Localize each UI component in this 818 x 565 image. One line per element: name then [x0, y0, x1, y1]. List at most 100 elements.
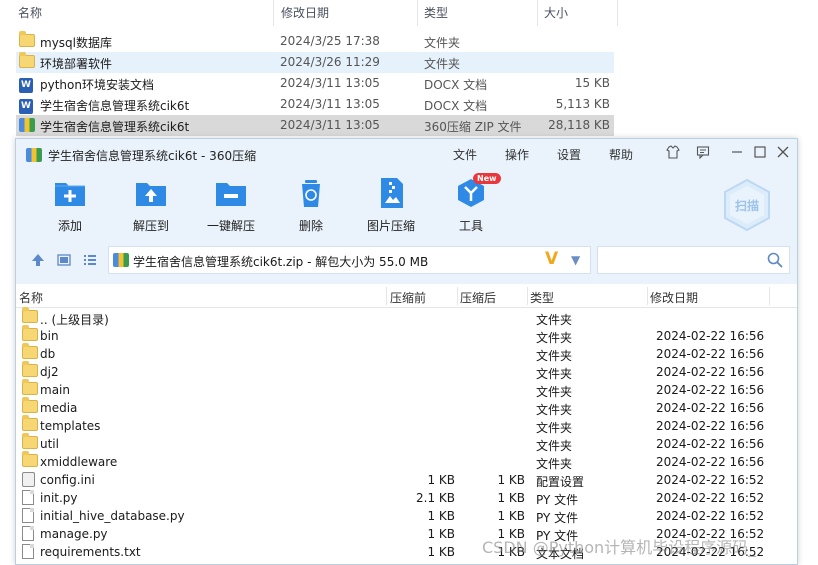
folder-icon: [22, 433, 38, 452]
add-button[interactable]: 添加: [30, 177, 110, 234]
file-type: 文件夹: [536, 367, 573, 381]
folder-icon: [22, 325, 38, 344]
file-size-before: 1 KB: [427, 527, 455, 541]
search-input[interactable]: [597, 246, 790, 274]
toolbar: 添加 解压到 一键解压 删除 图片压缩 New 工具 扫描: [16, 171, 797, 239]
explorer-row[interactable]: W python环境安装文档 2024/3/11 13:05 DOCX 文档 1…: [16, 73, 614, 94]
explorer-row-name: 学生宿舍信息管理系统cik6t: [40, 99, 190, 113]
file-name: config.ini: [40, 473, 95, 487]
col-name[interactable]: 名称: [19, 289, 43, 306]
close-button[interactable]: [774, 145, 792, 163]
file-row[interactable]: media 文件夹 2024-02-22 16:56: [16, 397, 797, 417]
explorer-row[interactable]: mysql数据库 2024/3/25 17:38 文件夹: [16, 31, 614, 52]
file-row[interactable]: templates 文件夹 2024-02-22 16:56: [16, 415, 797, 435]
file-row[interactable]: db 文件夹 2024-02-22 16:56: [16, 343, 797, 363]
menu-settings[interactable]: 设置: [557, 146, 581, 163]
file-date: 2024-02-22 16:56: [656, 347, 765, 361]
tools-icon: New: [453, 173, 501, 209]
file-type: PY 文件: [536, 511, 579, 525]
explorer-row[interactable]: 环境部署软件 2024/3/26 11:29 文件夹: [16, 52, 614, 73]
window-title: 学生宿舍信息管理系统cik6t - 360压缩: [48, 149, 257, 163]
explorer-row-name: 环境部署软件: [40, 57, 113, 71]
file-row[interactable]: dj2 文件夹 2024-02-22 16:56: [16, 361, 797, 381]
file-name: templates: [40, 419, 101, 433]
folder-icon: [22, 343, 38, 362]
file-row[interactable]: config.ini 1 KB 1 KB 配置设置 2024-02-22 16:52: [16, 471, 797, 489]
file-list-header: 名称 压缩前 压缩后 类型 修改日期: [16, 284, 797, 308]
list-view-icon[interactable]: [82, 253, 98, 269]
col-date[interactable]: 修改日期: [650, 289, 698, 306]
address-field[interactable]: 学生宿舍信息管理系统cik6t.zip - 解包大小为 55.0 MB V ▼: [108, 246, 591, 274]
title-bar[interactable]: 学生宿舍信息管理系统cik6t - 360压缩 文件 操作 设置 帮助: [16, 139, 797, 171]
explorer-col-size[interactable]: 大小: [544, 4, 568, 21]
zip-icon: [19, 118, 35, 133]
col-before[interactable]: 压缩前: [390, 289, 426, 306]
explorer-col-date[interactable]: 修改日期: [281, 4, 329, 21]
image-compress-label: 图片压缩: [366, 219, 415, 233]
maximize-button[interactable]: [751, 145, 769, 163]
file-type: 文件夹: [536, 403, 573, 417]
explorer-row-date: 2024/3/11 13:05: [280, 118, 380, 132]
file-date: 2024-02-22 16:52: [656, 491, 765, 505]
delete-icon: [293, 177, 329, 209]
add-icon: [52, 177, 88, 209]
file-name: main: [40, 383, 70, 397]
up-directory-icon[interactable]: [30, 253, 46, 269]
scan-button[interactable]: 扫描: [719, 177, 775, 233]
delete-button[interactable]: 删除: [271, 177, 351, 234]
menu-help[interactable]: 帮助: [609, 146, 633, 163]
file-icon: [22, 508, 34, 526]
file-type: 文件夹: [536, 331, 573, 345]
one-click-extract-label: 一键解压: [206, 219, 255, 233]
explorer-row-name: mysql数据库: [40, 36, 112, 50]
tools-label: 工具: [458, 219, 483, 233]
file-size-after: 1 KB: [497, 509, 525, 523]
minimize-button[interactable]: [728, 145, 746, 163]
search-icon[interactable]: [767, 252, 783, 271]
one-click-extract-button[interactable]: 一键解压: [191, 177, 271, 234]
explorer-row-type: 360压缩 ZIP 文件: [424, 120, 522, 134]
shield-icon: 扫描: [724, 178, 770, 232]
folder-icon: [22, 379, 38, 398]
extract-to-label: 解压到: [132, 219, 169, 233]
file-row[interactable]: initial_hive_database.py 1 KB 1 KB PY 文件 202…: [16, 507, 797, 526]
feedback-icon[interactable]: [694, 145, 712, 163]
file-size-before: 1 KB: [427, 509, 455, 523]
docx-icon: W: [19, 76, 35, 93]
explorer-row-date: 2024/3/11 13:05: [280, 76, 380, 90]
thumbnail-view-icon[interactable]: [56, 253, 72, 269]
file-row[interactable]: bin 文件夹 2024-02-22 16:56: [16, 325, 797, 345]
explorer-col-name[interactable]: 名称: [18, 4, 42, 21]
file-size-after: 1 KB: [497, 473, 525, 487]
explorer-col-type[interactable]: 类型: [424, 4, 448, 21]
image-compress-button[interactable]: 图片压缩: [351, 177, 431, 234]
col-type[interactable]: 类型: [530, 289, 554, 306]
explorer-row-selected[interactable]: 学生宿舍信息管理系统cik6t 2024/3/11 13:05 360压缩 ZI…: [16, 115, 614, 136]
explorer-row-size: 15 KB: [574, 76, 610, 90]
file-row[interactable]: xmiddleware 文件夹 2024-02-22 16:56: [16, 451, 797, 471]
folder-icon: [22, 397, 38, 416]
skin-icon[interactable]: [664, 145, 682, 163]
delete-label: 删除: [298, 219, 323, 233]
image-compress-icon: [373, 177, 409, 209]
file-row[interactable]: init.py 2.1 KB 1 KB PY 文件 2024-02-22 16:52: [16, 489, 797, 507]
file-row[interactable]: main 文件夹 2024-02-22 16:56: [16, 379, 797, 399]
file-name: db: [40, 347, 56, 361]
col-after[interactable]: 压缩后: [460, 289, 496, 306]
file-date: 2024-02-22 16:56: [656, 329, 765, 343]
file-row[interactable]: util 文件夹 2024-02-22 16:56: [16, 433, 797, 453]
file-row[interactable]: .. (上级目录) 文件夹: [16, 307, 797, 327]
folder-icon: [22, 451, 38, 470]
zip-app-icon: [26, 148, 42, 165]
chevron-down-icon[interactable]: ▼: [571, 253, 580, 267]
menu-file[interactable]: 文件: [453, 146, 477, 163]
zip-window: 学生宿舍信息管理系统cik6t - 360压缩 文件 操作 设置 帮助 添加 解…: [15, 138, 798, 565]
zip-icon: [113, 253, 129, 270]
extract-to-button[interactable]: 解压到: [111, 177, 191, 234]
file-type: 文件夹: [536, 421, 573, 435]
explorer-column-header: 名称 修改日期 类型 大小: [0, 0, 620, 26]
v-icon[interactable]: V: [545, 249, 558, 269]
menu-operate[interactable]: 操作: [505, 146, 529, 163]
tools-button[interactable]: New 工具: [431, 173, 511, 234]
explorer-row[interactable]: W 学生宿舍信息管理系统cik6t 2024/3/11 13:05 DOCX 文…: [16, 94, 614, 115]
